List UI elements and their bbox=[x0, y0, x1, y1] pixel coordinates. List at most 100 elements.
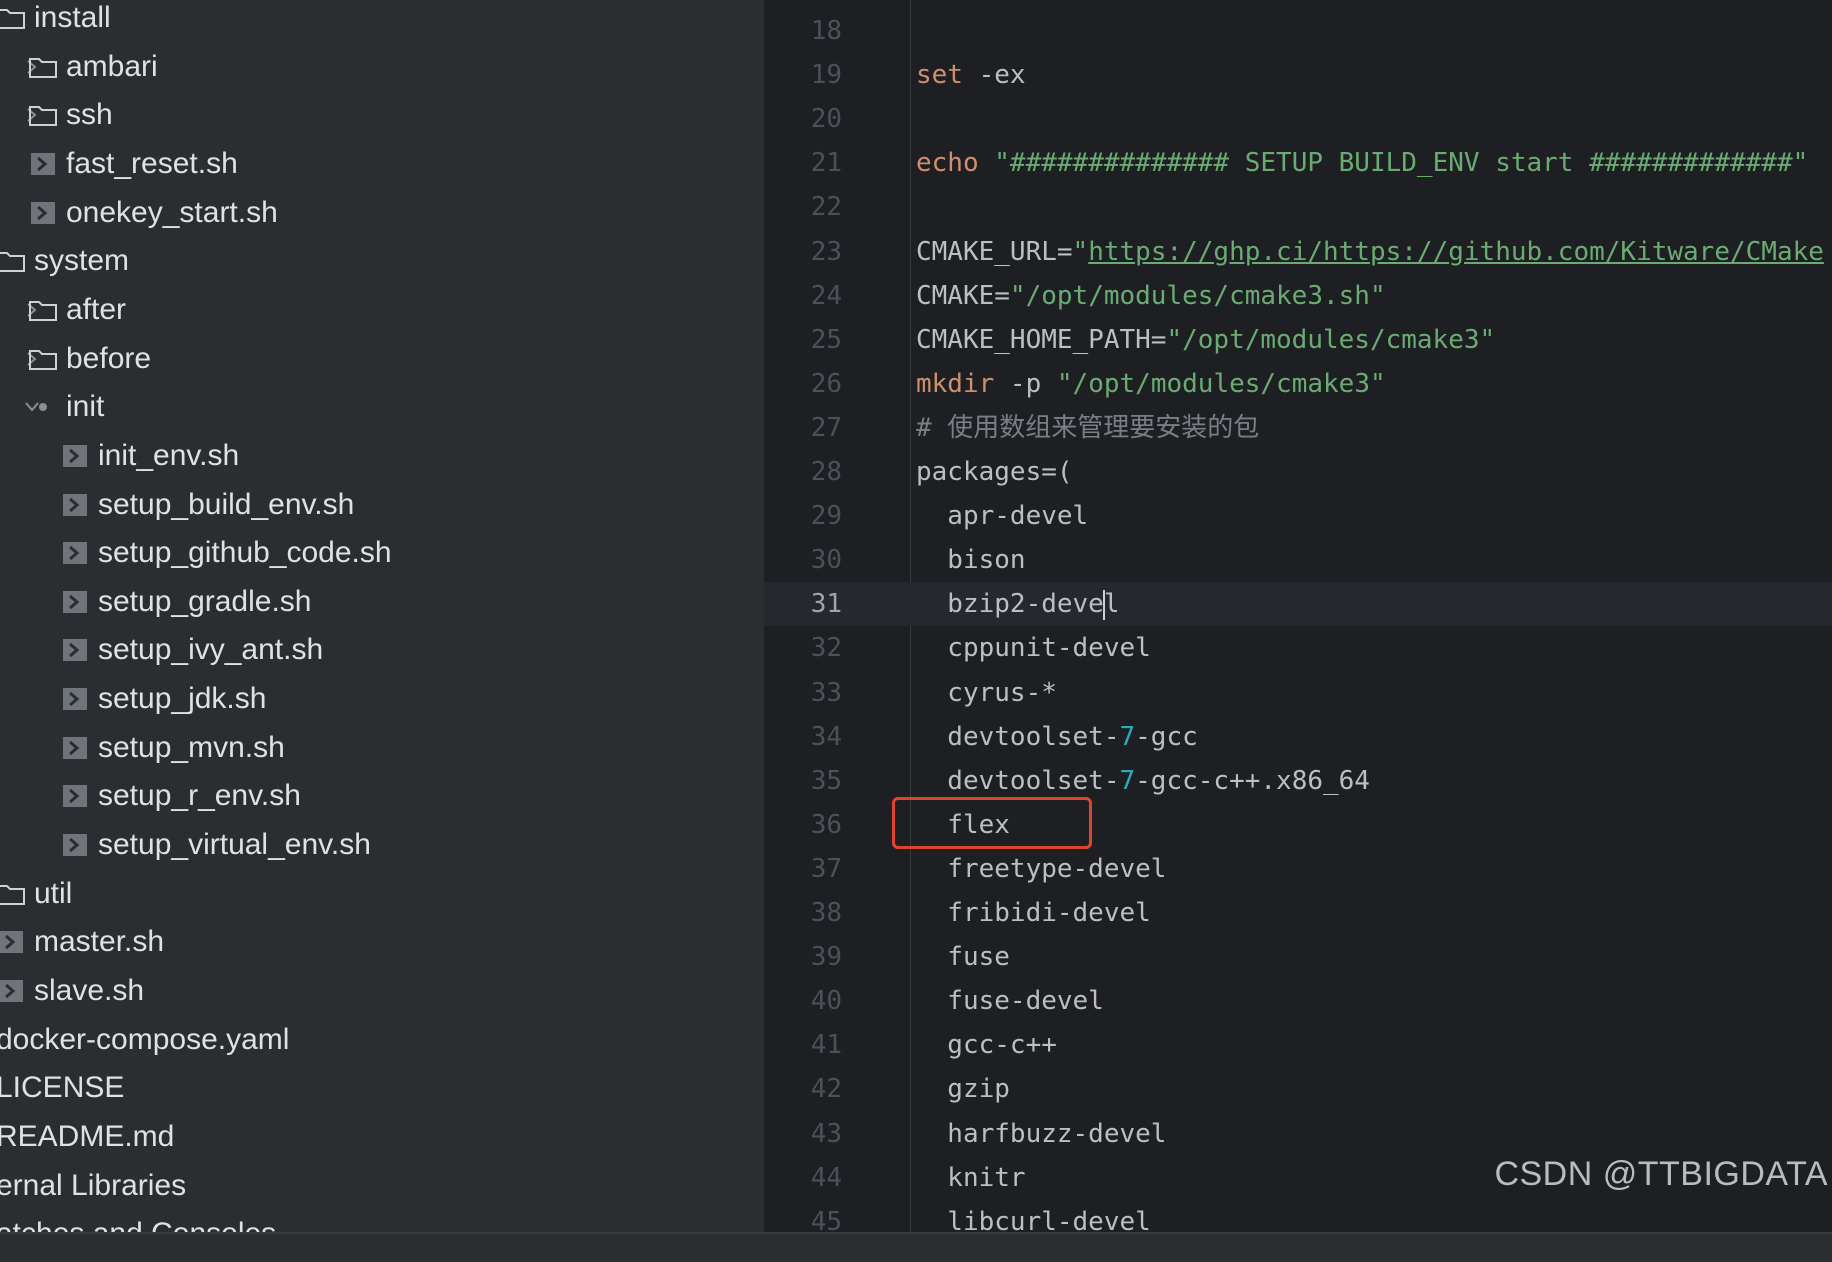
code-line[interactable]: 24 CMAKE="/opt/modules/cmake3.sh" bbox=[764, 274, 1832, 318]
tree-item[interactable]: util bbox=[0, 870, 764, 918]
code-line[interactable]: 26 mkdir -p "/opt/modules/cmake3" bbox=[764, 362, 1832, 406]
tree-item[interactable]: setup_jdk.sh bbox=[0, 675, 764, 723]
code-text[interactable]: set -ex bbox=[916, 53, 1026, 97]
token: CMAKE= bbox=[916, 280, 1010, 311]
code-text[interactable]: CMAKE_HOME_PATH="/opt/modules/cmake3" bbox=[916, 318, 1495, 362]
code-text[interactable]: bzip2-devel bbox=[916, 582, 1120, 626]
code-text[interactable]: echo "############## SETUP BUILD_ENV sta… bbox=[916, 141, 1808, 185]
code-line[interactable]: 25 CMAKE_HOME_PATH="/opt/modules/cmake3" bbox=[764, 318, 1832, 362]
shell-script-icon bbox=[60, 686, 90, 712]
tree-item[interactable]: LICENSE bbox=[0, 1064, 764, 1112]
code-text[interactable]: fuse-devel bbox=[916, 979, 1104, 1023]
code-line[interactable]: 36 flex bbox=[764, 803, 1832, 847]
tree-item[interactable]: ssh bbox=[0, 91, 764, 139]
project-tree-panel: install ambari ssh fast_reset.sh onekey_star… bbox=[0, 0, 764, 1232]
tree-item[interactable]: setup_virtual_env.sh bbox=[0, 821, 764, 869]
code-line[interactable]: 20 bbox=[764, 97, 1832, 141]
tree-item[interactable]: atches and Consoles bbox=[0, 1210, 764, 1232]
code-line[interactable]: 43 harfbuzz-devel bbox=[764, 1112, 1832, 1156]
code-text[interactable]: packages=( bbox=[916, 450, 1073, 494]
tree-item-label: atches and Consoles bbox=[0, 1217, 276, 1232]
tree-item-label: ambari bbox=[66, 49, 158, 83]
code-text[interactable]: CMAKE="/opt/modules/cmake3.sh" bbox=[916, 274, 1386, 318]
tree-item-label: setup_github_code.sh bbox=[98, 536, 392, 570]
tree-item[interactable]: init bbox=[0, 383, 764, 431]
token: flex bbox=[916, 809, 1010, 840]
code-line[interactable]: 39 fuse bbox=[764, 935, 1832, 979]
code-text[interactable]: devtoolset-7-gcc-c++.x86_64 bbox=[916, 759, 1370, 803]
code-text[interactable]: harfbuzz-devel bbox=[916, 1112, 1166, 1156]
tree-item-label: after bbox=[66, 292, 127, 326]
token: freetype-devel bbox=[916, 853, 1167, 884]
tree-item[interactable]: setup_gradle.sh bbox=[0, 578, 764, 626]
tree-item[interactable]: init_env.sh bbox=[0, 432, 764, 480]
code-line[interactable]: 19 set -ex bbox=[764, 53, 1832, 97]
code-text[interactable]: knitr bbox=[916, 1156, 1025, 1200]
code-line[interactable]: 33 cyrus-* bbox=[764, 671, 1832, 715]
folder-icon bbox=[0, 248, 26, 274]
tree-item[interactable]: setup_github_code.sh bbox=[0, 529, 764, 577]
code-line[interactable]: 38 fribidi-devel bbox=[764, 891, 1832, 935]
token: fribidi-devel bbox=[916, 898, 1151, 928]
token: cppunit-devel bbox=[916, 633, 1151, 664]
code-line[interactable]: 22 bbox=[764, 185, 1832, 229]
tree-item[interactable]: ernal Libraries bbox=[0, 1162, 764, 1210]
code-line[interactable]: 40 fuse-devel bbox=[764, 979, 1832, 1023]
code-line[interactable]: 23 CMAKE_URL="https://ghp.ci/https://gith… bbox=[764, 230, 1832, 274]
tree-item[interactable]: README.md bbox=[0, 1113, 764, 1161]
code-line[interactable]: 34 devtoolset-7-gcc bbox=[764, 715, 1832, 759]
code-text[interactable]: libcurl-devel bbox=[916, 1200, 1151, 1232]
code-text[interactable]: cppunit-devel bbox=[916, 626, 1151, 670]
code-line[interactable]: 21 echo "############## SETUP BUILD_ENV s… bbox=[764, 141, 1832, 185]
code-text[interactable]: fribidi-devel bbox=[916, 891, 1151, 935]
tree-item[interactable]: setup_r_env.sh bbox=[0, 772, 764, 820]
code-text[interactable]: flex bbox=[916, 803, 1010, 847]
code-line[interactable]: 29 apr-devel bbox=[764, 494, 1832, 538]
code-text[interactable]: freetype-devel bbox=[916, 847, 1166, 891]
code-editor[interactable]: 18 19 set -ex 20 21 echo "############## SETU… bbox=[764, 0, 1832, 1232]
code-line[interactable]: 28 packages=( bbox=[764, 450, 1832, 494]
tree-item[interactable]: setup_build_env.sh bbox=[0, 481, 764, 529]
code-text[interactable]: gcc-c++ bbox=[916, 1023, 1057, 1067]
tree-item[interactable]: install bbox=[0, 0, 764, 42]
code-text[interactable]: CMAKE_URL="https://ghp.ci/https://github… bbox=[916, 230, 1824, 274]
tree-item[interactable]: after bbox=[0, 286, 764, 334]
code-line[interactable]: 37 freetype-devel bbox=[764, 847, 1832, 891]
code-text[interactable]: bison bbox=[916, 538, 1025, 582]
code-text[interactable]: fuse bbox=[916, 935, 1010, 979]
code-text[interactable]: devtoolset-7-gcc bbox=[916, 715, 1198, 759]
code-line[interactable]: 42 gzip bbox=[764, 1067, 1832, 1111]
tree-item[interactable]: slave.sh bbox=[0, 967, 764, 1015]
tree-item[interactable]: onekey_start.sh bbox=[0, 189, 764, 237]
tree-item[interactable]: setup_ivy_ant.sh bbox=[0, 626, 764, 674]
token: -gcc bbox=[1135, 721, 1198, 752]
line-number: 29 bbox=[810, 501, 842, 532]
code-line[interactable]: 27 # 使用数组来管理要安装的包 bbox=[764, 406, 1832, 450]
code-line[interactable]: 35 devtoolset-7-gcc-c++.x86_64 bbox=[764, 759, 1832, 803]
code-line[interactable]: 31 bzip2-devel bbox=[764, 582, 1832, 627]
tree-item-label: master.sh bbox=[34, 925, 165, 959]
code-text[interactable]: # 使用数组来管理要安装的包 bbox=[916, 406, 1259, 450]
tree-item[interactable]: before bbox=[0, 335, 764, 383]
tree-item[interactable]: docker-compose.yaml bbox=[0, 1016, 764, 1064]
line-number: 28 bbox=[810, 457, 842, 487]
code-line[interactable]: 32 cppunit-devel bbox=[764, 626, 1832, 670]
code-text[interactable]: apr-devel bbox=[916, 494, 1088, 538]
code-line[interactable]: 45 libcurl-devel bbox=[764, 1200, 1832, 1232]
tree-item-label: setup_build_env.sh bbox=[98, 487, 355, 521]
code-line[interactable]: 41 gcc-c++ bbox=[764, 1023, 1832, 1067]
watermark: CSDN @TTBIGDATA bbox=[1494, 1155, 1828, 1193]
code-line[interactable]: 18 bbox=[764, 9, 1832, 53]
code-text[interactable]: gzip bbox=[916, 1067, 1010, 1111]
tree-item[interactable]: fast_reset.sh bbox=[0, 140, 764, 188]
shell-script-icon bbox=[28, 200, 58, 226]
tree-item-label: setup_r_env.sh bbox=[98, 779, 301, 813]
code-line[interactable]: 30 bison bbox=[764, 538, 1832, 582]
code-text[interactable]: mkdir -p "/opt/modules/cmake3" bbox=[916, 362, 1386, 406]
tree-item[interactable]: ambari bbox=[0, 43, 764, 91]
tree-item[interactable]: system bbox=[0, 237, 764, 285]
tree-item[interactable]: setup_mvn.sh bbox=[0, 724, 764, 772]
tree-item[interactable]: master.sh bbox=[0, 918, 764, 966]
code-text[interactable]: cyrus-* bbox=[916, 671, 1057, 715]
tree-item-label: slave.sh bbox=[34, 974, 145, 1007]
